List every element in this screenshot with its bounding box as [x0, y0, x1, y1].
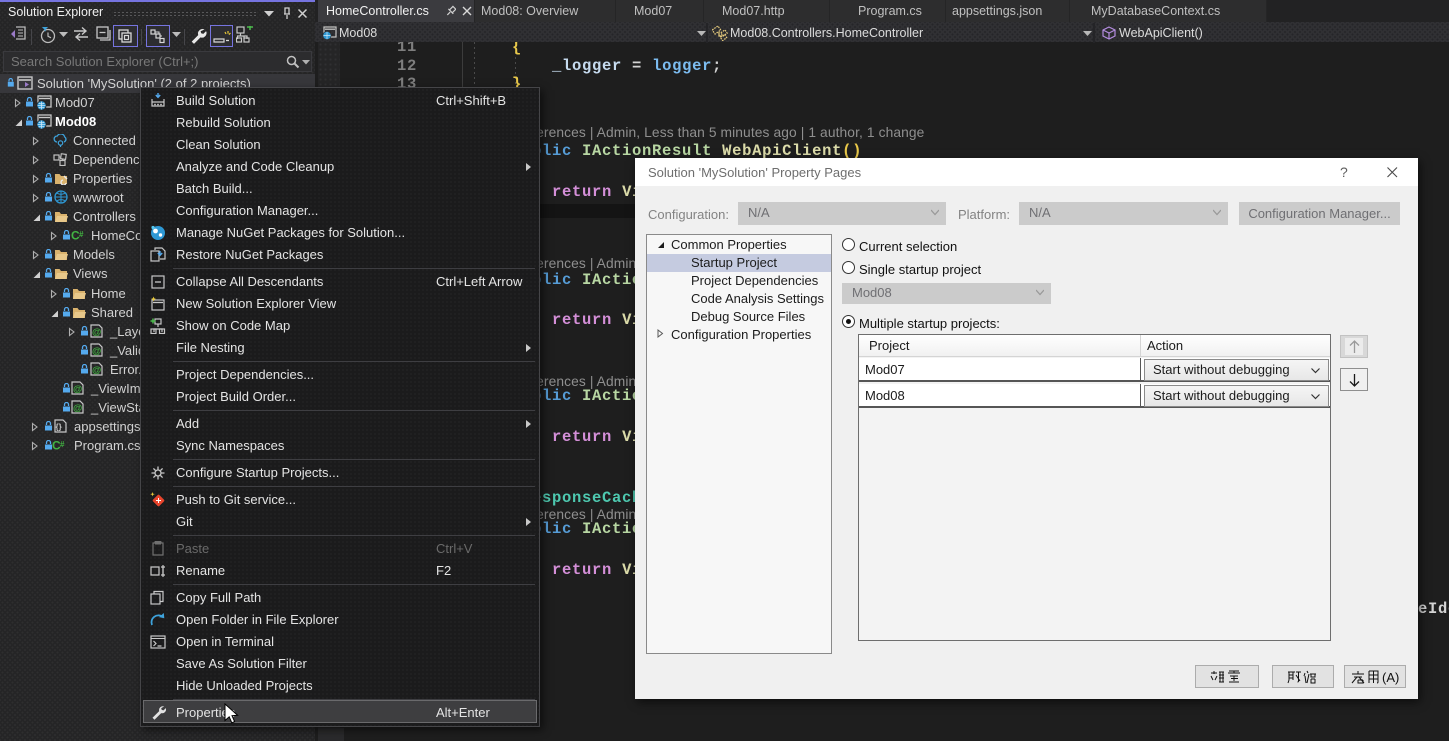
- svg-text:{}: {}: [56, 423, 62, 432]
- svg-text:@: @: [73, 384, 82, 395]
- svg-text:#: #: [79, 230, 84, 239]
- svg-text:@: @: [73, 403, 82, 414]
- svg-text:@: @: [92, 346, 101, 357]
- svg-text:@: @: [92, 327, 101, 338]
- svg-text:@: @: [92, 365, 101, 376]
- svg-text:#: #: [60, 440, 65, 449]
